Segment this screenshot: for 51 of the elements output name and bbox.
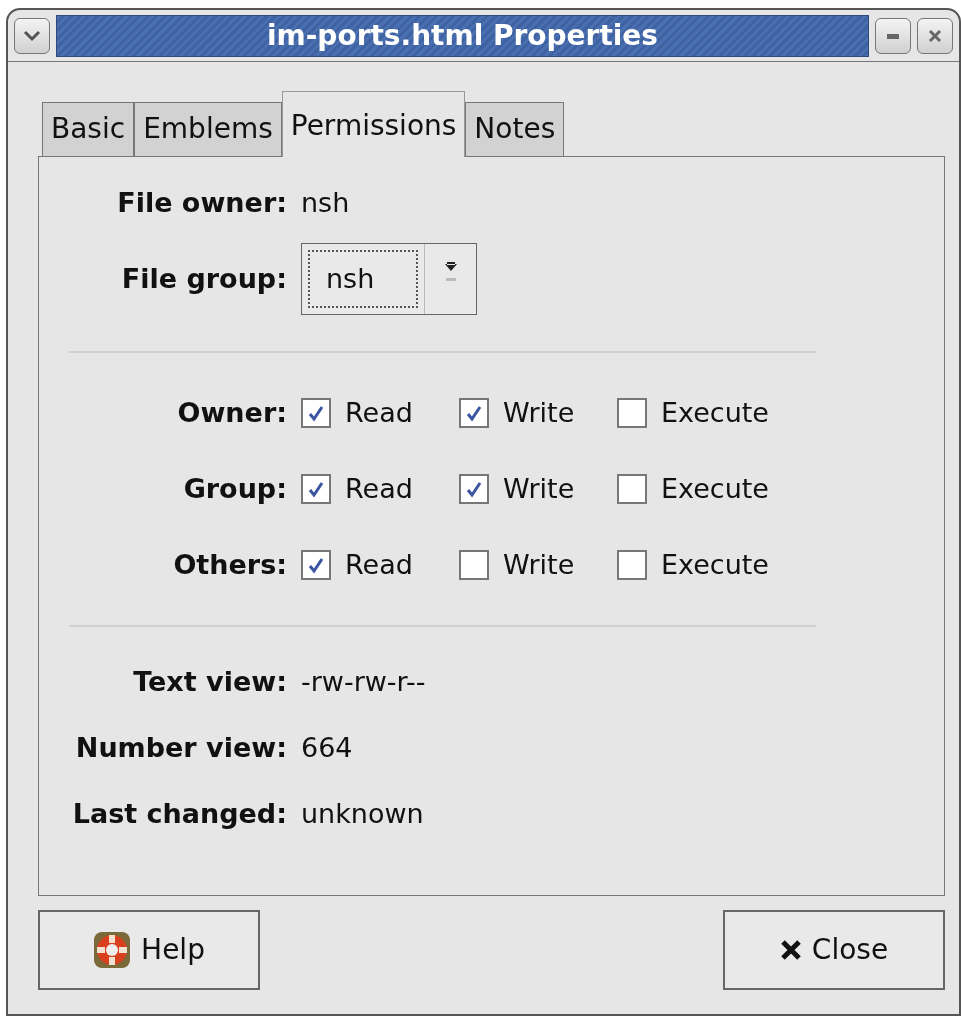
tab[interactable]: Permissions [281,91,466,157]
field-label: File owner: [116,185,288,220]
chevron-down-icon [22,28,42,43]
info-label: Last changed: [71,796,288,831]
checkmark-icon [465,480,483,498]
checkbox[interactable] [301,474,331,504]
checkmark-icon [307,404,325,422]
checkbox-label: Read [345,471,413,506]
tab[interactable]: Emblems [134,102,282,156]
info-label: Number view: [74,730,288,765]
checkbox-label: Execute [661,547,769,582]
info-value: -rw-rw-r-- [301,664,426,699]
close-icon [927,27,943,44]
info-value: unknown [301,796,424,831]
checkbox-label: Write [503,395,575,430]
checkbox[interactable] [301,550,331,580]
checkmark-icon [307,480,325,498]
tab[interactable]: Notes [465,102,565,156]
field-value: nsh [301,185,350,220]
close-button[interactable] [917,17,953,54]
checkbox[interactable] [459,398,489,428]
checkmark-icon [465,404,483,422]
group-dropdown[interactable]: nsh [301,243,477,315]
minimize-button[interactable] [875,17,911,54]
window-title: im-ports.html Properties [56,14,869,57]
checkbox-label: Execute [661,395,769,430]
lifebuoy-icon [93,931,132,969]
checkbox[interactable] [617,550,647,580]
permission-label: Group: [182,471,288,506]
info-label: Text view: [132,664,288,699]
help-button[interactable]: Help [38,910,260,990]
close-dialog-button[interactable]: Close [723,910,945,990]
permission-label: Owner: [176,395,288,430]
checkbox-label: Read [345,395,413,430]
minimize-icon [885,31,901,40]
checkbox[interactable] [617,474,647,504]
tab[interactable]: Basic [42,102,135,156]
checkbox[interactable] [459,550,489,580]
checkbox[interactable] [301,398,331,428]
permission-label: Others: [172,547,288,582]
checkbox[interactable] [617,398,647,428]
field-label: File group: [120,261,288,296]
checkbox[interactable] [459,474,489,504]
checkbox-label: Execute [661,471,769,506]
checkbox-label: Write [503,547,575,582]
checkbox-label: Write [503,471,575,506]
checkbox-label: Read [345,547,413,582]
info-value: 664 [301,730,353,765]
checkmark-icon [307,556,325,574]
window-menu-button[interactable] [14,17,50,54]
close-icon [779,939,802,961]
